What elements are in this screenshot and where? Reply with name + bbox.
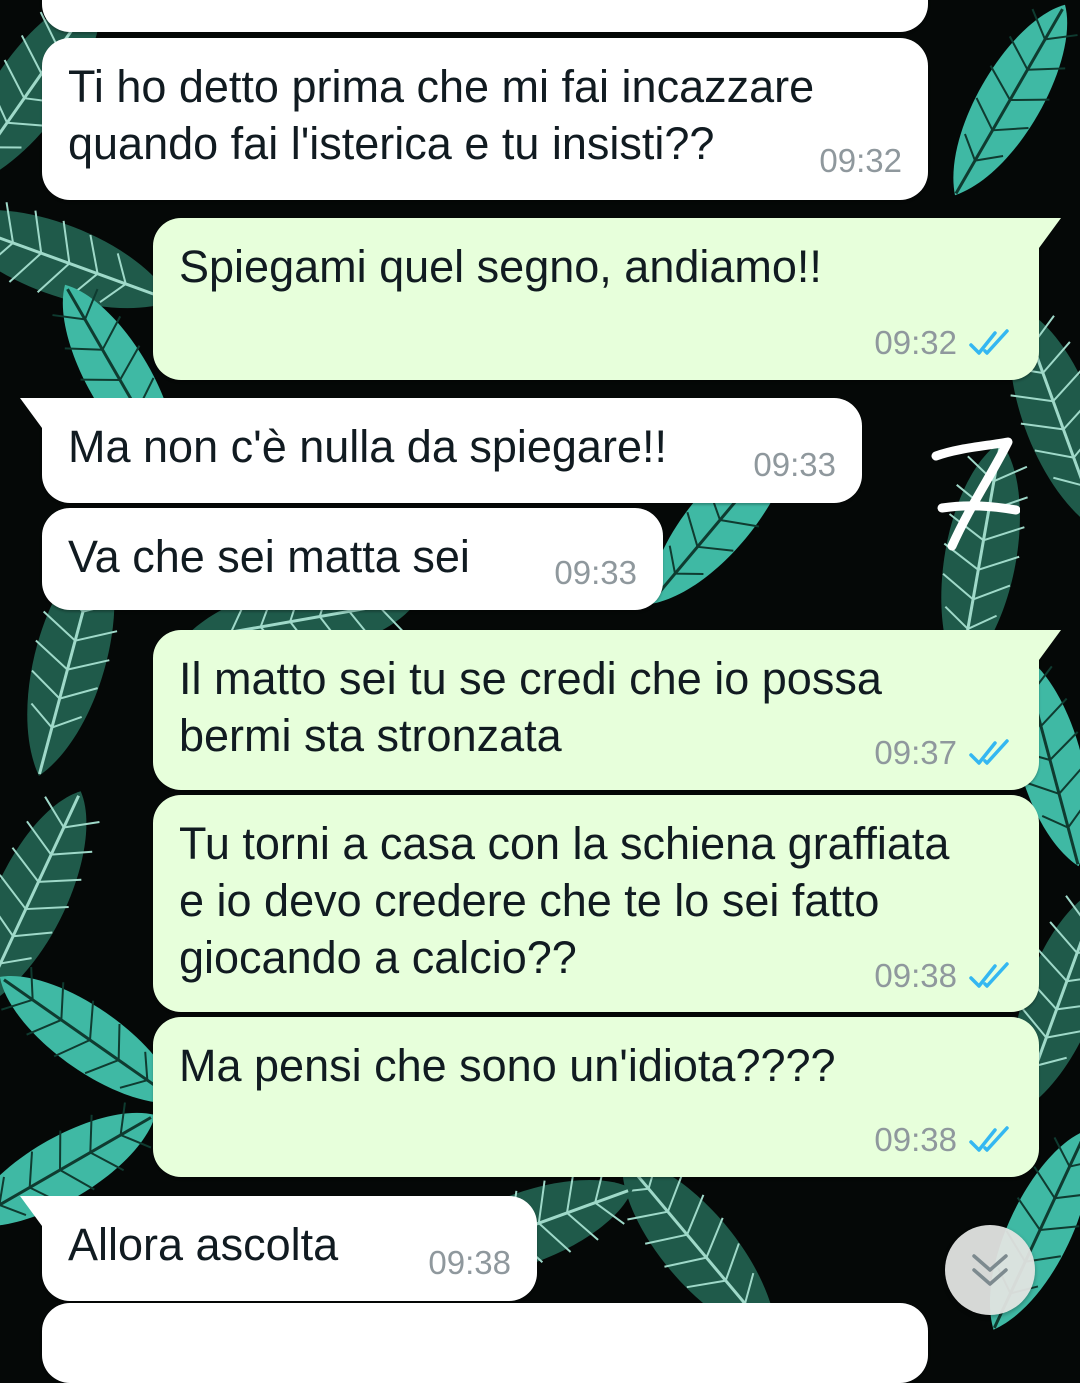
message-bubble-incoming[interactable]: Ti ho detto prima che mi fai incazzare q… — [42, 38, 928, 200]
message-meta: 09:38 — [874, 1121, 1013, 1159]
message-meta: 09:33 — [753, 446, 836, 484]
message-meta: 09:38 — [428, 1244, 511, 1282]
message-bubble-outgoing[interactable]: Ma pensi che sono un'idiota???? 09:38 — [153, 1017, 1039, 1177]
message-meta: 09:38 — [874, 957, 1013, 995]
bubble-tail — [1021, 218, 1061, 248]
message-time: 09:37 — [874, 734, 957, 771]
handwritten-seven-scribble — [931, 437, 1020, 551]
message-time: 09:32 — [819, 142, 902, 179]
double-chevron-down-icon — [972, 1254, 1008, 1286]
message-bubble-partial-bottom[interactable] — [42, 1303, 928, 1383]
message-meta: 09:32 — [874, 324, 1013, 362]
message-time: 09:38 — [428, 1244, 511, 1281]
message-bubble-outgoing[interactable]: Il matto sei tu se credi che io possa be… — [153, 630, 1061, 790]
message-time: 09:33 — [753, 446, 836, 483]
message-meta: 09:32 — [819, 142, 902, 180]
message-bubble-outgoing[interactable]: Tu torni a casa con la schiena graffiata… — [153, 795, 1039, 1012]
scroll-to-bottom-button[interactable] — [945, 1225, 1035, 1315]
message-text: Ma pensi che sono un'idiota???? — [179, 1040, 836, 1091]
message-bubble-outgoing[interactable]: Spiegami quel segno, andiamo!! 09:32 — [153, 218, 1061, 380]
double-check-read-icon — [969, 329, 1009, 355]
message-bubble-partial-top[interactable] — [42, 0, 928, 32]
double-check-read-icon — [969, 739, 1009, 765]
bubble-tail — [20, 398, 60, 428]
message-text: Ma non c'è nulla da spiegare!! — [68, 421, 667, 472]
message-meta: 09:37 — [874, 734, 1013, 772]
message-text: Il matto sei tu se credi che io possa be… — [179, 653, 882, 761]
double-check-read-icon — [969, 1126, 1009, 1152]
message-bubble-incoming[interactable]: Allora ascolta 09:38 — [20, 1196, 537, 1301]
message-time: 09:38 — [874, 957, 957, 994]
message-bubble-incoming[interactable]: Ma non c'è nulla da spiegare!! 09:33 — [20, 398, 862, 503]
message-text: Tu torni a casa con la schiena graffiata… — [179, 818, 950, 983]
message-bubble-incoming[interactable]: Va che sei matta sei 09:33 — [42, 508, 663, 610]
message-time: 09:33 — [554, 554, 637, 591]
bubble-tail — [1021, 630, 1061, 660]
message-meta: 09:33 — [554, 554, 637, 592]
message-text: Allora ascolta — [68, 1219, 339, 1270]
message-text: Va che sei matta sei — [68, 531, 470, 582]
double-check-read-icon — [969, 962, 1009, 988]
message-time: 09:32 — [874, 324, 957, 361]
bubble-tail — [20, 1196, 60, 1226]
message-time: 09:38 — [874, 1121, 957, 1158]
message-text: Spiegami quel segno, andiamo!! — [179, 241, 822, 292]
message-text: Ti ho detto prima che mi fai incazzare q… — [68, 61, 815, 169]
